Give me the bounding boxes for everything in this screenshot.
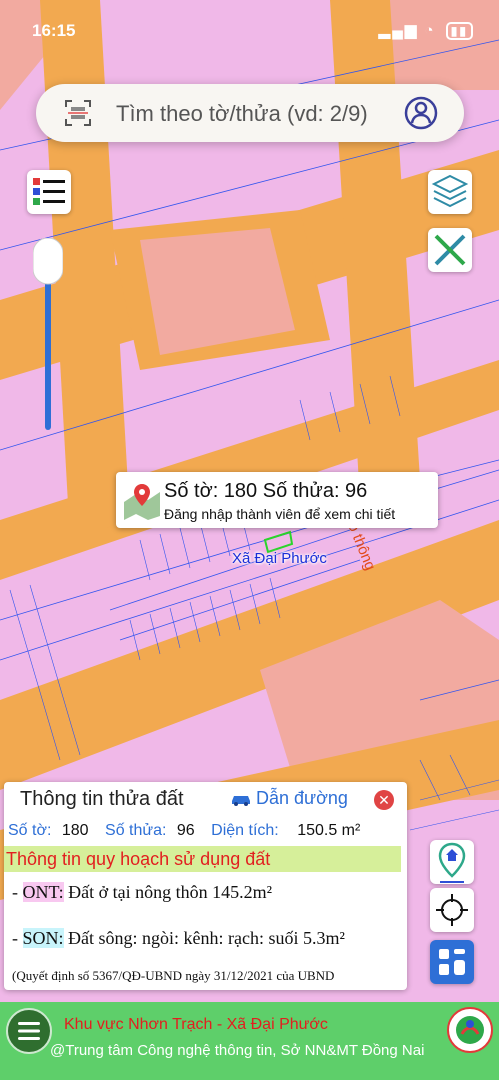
map-pin-icon [124, 484, 160, 520]
parcel-info-panel: Thông tin thửa đất Dẫn đường ✕ Số tờ: 18… [4, 782, 407, 990]
plan-header: Thông tin quy hoạch sử dụng đất [4, 846, 401, 872]
legend-icon [33, 178, 65, 205]
home-location-button[interactable] [430, 840, 474, 884]
search-input[interactable] [114, 93, 408, 135]
plan-item-code: ONT: [22, 882, 64, 902]
hamburger-icon [18, 1022, 40, 1040]
parcel-value: 96 [176, 822, 195, 839]
plan-item-desc: Đất sông: ngòi: kênh: rạch: suối 5.3m² [63, 928, 345, 948]
status-bar: 16:15 ▂▄▆ ◔ ▮▮ [0, 18, 499, 48]
qr-scan-icon[interactable] [64, 99, 92, 127]
search-bar [36, 84, 464, 142]
copyright-text: @Trung tâm Công nghệ thông tin, Sở NN&MT… [50, 1042, 425, 1059]
directions-label: Dẫn đường [256, 788, 348, 808]
layers-icon [431, 174, 469, 208]
area-value: 150.5 m² [297, 822, 361, 839]
battery-icon: ▮▮ [445, 22, 473, 40]
ruler-pencil-icon [434, 234, 466, 266]
popup-title: Số tờ: 180 Số thửa: 96 [164, 480, 368, 502]
user-icon[interactable] [404, 96, 438, 130]
department-logo [447, 1007, 493, 1053]
commune-label: Xã Đại Phước [232, 550, 327, 567]
plan-item: - SON: Đất sông: ngòi: kênh: rạch: suối … [12, 928, 345, 949]
plan-item-prefix: - [12, 928, 23, 948]
apps-icon [439, 949, 465, 975]
my-location-button[interactable] [430, 888, 474, 932]
home-pin-icon [438, 842, 466, 883]
area-title: Khu vực Nhơn Trạch - Xã Đại Phước [64, 1016, 328, 1033]
opacity-slider[interactable] [33, 238, 63, 430]
tools-button[interactable] [430, 940, 474, 984]
menu-button[interactable] [6, 1008, 52, 1054]
parcel-popup[interactable]: Số tờ: 180 Số thửa: 96 Đăng nhập thành v… [116, 472, 438, 528]
bottom-bar: Khu vực Nhơn Trạch - Xã Đại Phước @Trung… [0, 1002, 499, 1080]
layers-button[interactable] [428, 170, 472, 214]
plan-item-desc: Đất ở tại nông thôn 145.2m² [63, 882, 273, 902]
panel-title: Thông tin thửa đất [20, 788, 184, 810]
directions-button[interactable]: Dẫn đường [230, 788, 348, 809]
parcel-summary-row: Số tờ: 180 Số thửa: 96 Diện tích: 150.5 … [8, 822, 360, 840]
plan-item: - ONT: Đất ở tại nông thôn 145.2m² [12, 882, 272, 903]
crosshair-icon [436, 894, 468, 926]
plan-item-prefix: - [12, 882, 23, 902]
measure-button[interactable] [428, 228, 472, 272]
close-icon[interactable]: ✕ [374, 790, 394, 810]
car-icon [232, 796, 250, 807]
sheet-label: Số tờ: [8, 822, 52, 839]
sheet-value: 180 [61, 822, 89, 839]
status-icons: ▂▄▆ ◔ ▮▮ [379, 21, 473, 40]
plan-item-code: SON: [22, 928, 64, 948]
plan-decision: (Quyết định số 5367/QĐ-UBND ngày 31/12/2… [12, 968, 335, 983]
signal-icon: ▂▄▆ [378, 22, 419, 39]
status-time: 16:15 [32, 21, 76, 40]
popup-subtitle[interactable]: Đăng nhập thành viên để xem chi tiết [164, 506, 395, 522]
parcel-label: Số thửa: [105, 822, 167, 839]
wifi-icon: ◔ [424, 22, 436, 39]
legend-button[interactable] [27, 170, 71, 214]
area-label: Diện tích: [211, 822, 279, 839]
